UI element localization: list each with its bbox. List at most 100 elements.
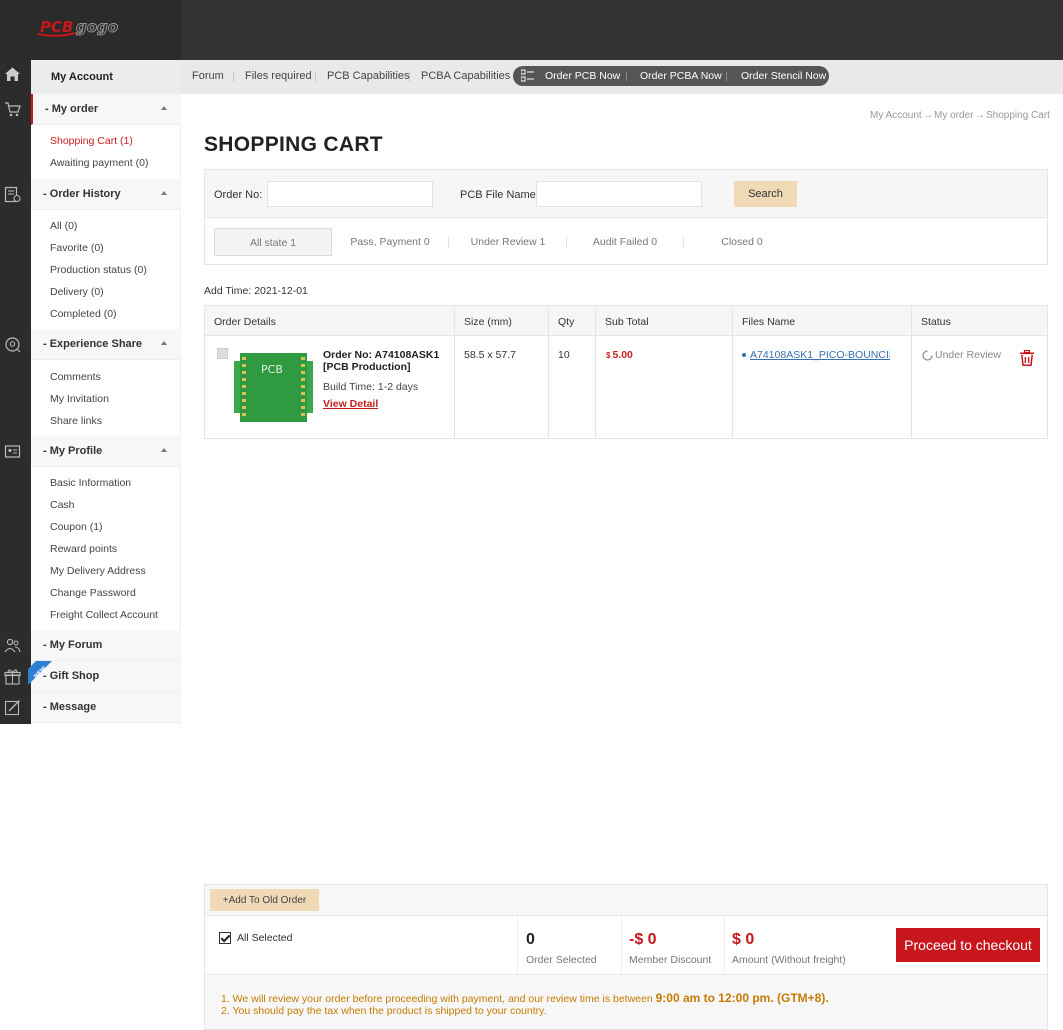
order-pcba-now-link[interactable]: Order PCBA Now bbox=[640, 70, 722, 82]
currency-symbol: $ bbox=[606, 351, 611, 360]
breadcrumb-shopping-cart: Shopping Cart bbox=[986, 110, 1050, 121]
order-stencil-now-link[interactable]: Order Stencil Now bbox=[741, 70, 826, 82]
tab-under-review[interactable]: Under Review 1 bbox=[458, 228, 558, 256]
sidebar-item-change-password[interactable]: Change Password bbox=[50, 587, 136, 599]
view-detail-link[interactable]: View Detail bbox=[323, 398, 378, 410]
order-selected-label: Order Selected bbox=[526, 954, 597, 966]
profile-card-icon bbox=[4, 445, 21, 458]
sidebar-item-favorite[interactable]: Favorite (0) bbox=[50, 242, 104, 254]
tab-divider bbox=[566, 236, 567, 248]
checkout-panel: +Add To Old Order All Selected 0 Order S… bbox=[204, 884, 1048, 1030]
sidebar-section-experience-share[interactable]: - Experience Share bbox=[31, 329, 181, 360]
section-title: - Experience Share bbox=[43, 338, 143, 350]
subtotal-amount: 5.00 bbox=[612, 349, 633, 361]
col-qty: Qty bbox=[558, 316, 575, 328]
sidebar-section-message[interactable]: - Message bbox=[31, 692, 181, 723]
breadcrumb-my-order[interactable]: My order bbox=[934, 110, 973, 121]
sidebar-section-my-forum[interactable]: - My Forum bbox=[31, 630, 181, 661]
delete-trash-icon[interactable] bbox=[1019, 350, 1035, 366]
pcb-file-name-input[interactable] bbox=[536, 181, 702, 207]
sidebar-item-production-status[interactable]: Production status (0) bbox=[50, 264, 147, 276]
pcb-thumbnail[interactable]: PCB bbox=[234, 351, 313, 424]
sidebar-item-freight-collect[interactable]: Freight Collect Account bbox=[50, 609, 158, 621]
size-value: 58.5 x 57.7 bbox=[464, 349, 516, 361]
svg-text:gogo: gogo bbox=[76, 18, 118, 36]
row-checkbox[interactable] bbox=[217, 348, 228, 359]
tab-pass-payment[interactable]: Pass, Payment 0 bbox=[340, 228, 440, 256]
summary-divider bbox=[517, 916, 518, 974]
nav-divider bbox=[409, 72, 410, 82]
gift-icon bbox=[4, 669, 21, 685]
column-divider bbox=[595, 306, 596, 438]
order-history-icon bbox=[4, 186, 21, 203]
breadcrumb-separator: → bbox=[975, 110, 985, 121]
qty-value: 10 bbox=[558, 349, 570, 361]
sidebar-section-order-history[interactable]: - Order History bbox=[31, 179, 181, 210]
sidebar-section-my-order[interactable]: - My order bbox=[31, 94, 181, 125]
nav-files-required[interactable]: Files required bbox=[245, 70, 312, 82]
tab-audit-failed[interactable]: Audit Failed 0 bbox=[575, 228, 675, 256]
search-button[interactable]: Search bbox=[734, 181, 797, 207]
order-table: Order Details Size (mm) Qty Sub Total Fi… bbox=[204, 305, 1048, 439]
sidebar-account-header[interactable]: My Account bbox=[31, 60, 181, 94]
tab-all-state[interactable]: All state 1 bbox=[214, 228, 332, 256]
tax-note: 2. You should pay the tax when the produ… bbox=[221, 1005, 547, 1017]
summary-divider bbox=[724, 916, 725, 974]
sidebar-icon-rail bbox=[0, 60, 31, 724]
sidebar-item-share-links[interactable]: Share links bbox=[50, 415, 102, 427]
tab-divider bbox=[683, 236, 684, 248]
logo-area: PCB gogo bbox=[0, 0, 181, 60]
home-icon[interactable] bbox=[4, 66, 21, 83]
sidebar-item-delivery-address[interactable]: My Delivery Address bbox=[50, 565, 146, 577]
new-badge: NEW bbox=[28, 661, 52, 685]
nav-pcb-capabilities[interactable]: PCB Capabilities bbox=[327, 70, 410, 82]
tab-closed[interactable]: Closed 0 bbox=[692, 228, 792, 256]
top-header: PCB gogo bbox=[0, 0, 1063, 60]
section-title: - Order History bbox=[43, 188, 121, 200]
nav-forum[interactable]: Forum bbox=[192, 70, 224, 82]
sidebar-item-all[interactable]: All (0) bbox=[50, 220, 77, 232]
col-status: Status bbox=[921, 316, 951, 328]
sidebar-item-coupon[interactable]: Coupon (1) bbox=[50, 521, 103, 533]
collapse-arrow-icon bbox=[161, 448, 167, 452]
order-pcb-now-link[interactable]: Order PCB Now bbox=[545, 70, 620, 82]
section-title: - My order bbox=[45, 103, 99, 115]
sidebar-item-cash[interactable]: Cash bbox=[50, 499, 75, 511]
nav-divider bbox=[315, 72, 316, 82]
main-nav: Forum Files required PCB Capabilities PC… bbox=[181, 60, 1063, 94]
section-title: - My Profile bbox=[43, 445, 103, 457]
proceed-to-checkout-button[interactable]: Proceed to checkout bbox=[896, 928, 1040, 962]
add-time: Add Time: 2021-12-01 bbox=[204, 285, 308, 297]
nav-pcba-capabilities[interactable]: PCBA Capabilities bbox=[421, 70, 510, 82]
build-time: Build Time: 1-2 days bbox=[323, 381, 419, 393]
sidebar-item-basic-information[interactable]: Basic Information bbox=[50, 477, 131, 489]
sidebar-section-gift-shop[interactable]: - Gift Shop bbox=[31, 661, 181, 692]
order-number: Order No: A74108ASK1 [PCB Production] bbox=[323, 349, 440, 373]
section-title: - My Forum bbox=[43, 639, 103, 651]
col-files-name: Files Name bbox=[742, 316, 796, 328]
sidebar-item-delivery[interactable]: Delivery (0) bbox=[50, 286, 104, 298]
pcbgogo-logo[interactable]: PCB gogo bbox=[36, 16, 140, 42]
file-name-link[interactable]: A74108ASK1_PICO-BOUNCING... bbox=[750, 349, 890, 361]
sidebar-item-my-invitation[interactable]: My Invitation bbox=[50, 393, 109, 405]
table-header: Order Details Size (mm) Qty Sub Total Fi… bbox=[205, 306, 1047, 336]
sidebar-item-awaiting-payment[interactable]: Awaiting payment (0) bbox=[50, 157, 148, 169]
sidebar-item-reward-points[interactable]: Reward points bbox=[50, 543, 117, 555]
file-bullet-icon bbox=[742, 353, 746, 357]
sidebar-section-my-profile[interactable]: - My Profile bbox=[31, 436, 181, 467]
breadcrumb-my-account[interactable]: My Account bbox=[870, 110, 922, 121]
order-filter-panel: Order No: PCB File Name: Search All stat… bbox=[204, 169, 1048, 265]
sidebar-item-shopping-cart[interactable]: Shopping Cart (1) bbox=[50, 135, 133, 147]
member-discount-label: Member Discount bbox=[629, 954, 712, 966]
page-title: SHOPPING CART bbox=[204, 133, 383, 156]
add-to-old-order-button[interactable]: +Add To Old Order bbox=[210, 889, 319, 911]
pill-divider bbox=[626, 72, 627, 81]
sidebar-item-comments[interactable]: Comments bbox=[50, 371, 101, 383]
all-selected-checkbox[interactable] bbox=[219, 932, 231, 944]
review-time-note-text: 1. We will review your order before proc… bbox=[221, 993, 653, 1005]
order-no-input[interactable] bbox=[267, 181, 433, 207]
collapse-arrow-icon bbox=[161, 341, 167, 345]
review-time-hours: 9:00 am to 12:00 pm. (GTM+8). bbox=[655, 991, 829, 1005]
section-title: - Message bbox=[43, 701, 97, 713]
sidebar-item-completed[interactable]: Completed (0) bbox=[50, 308, 117, 320]
